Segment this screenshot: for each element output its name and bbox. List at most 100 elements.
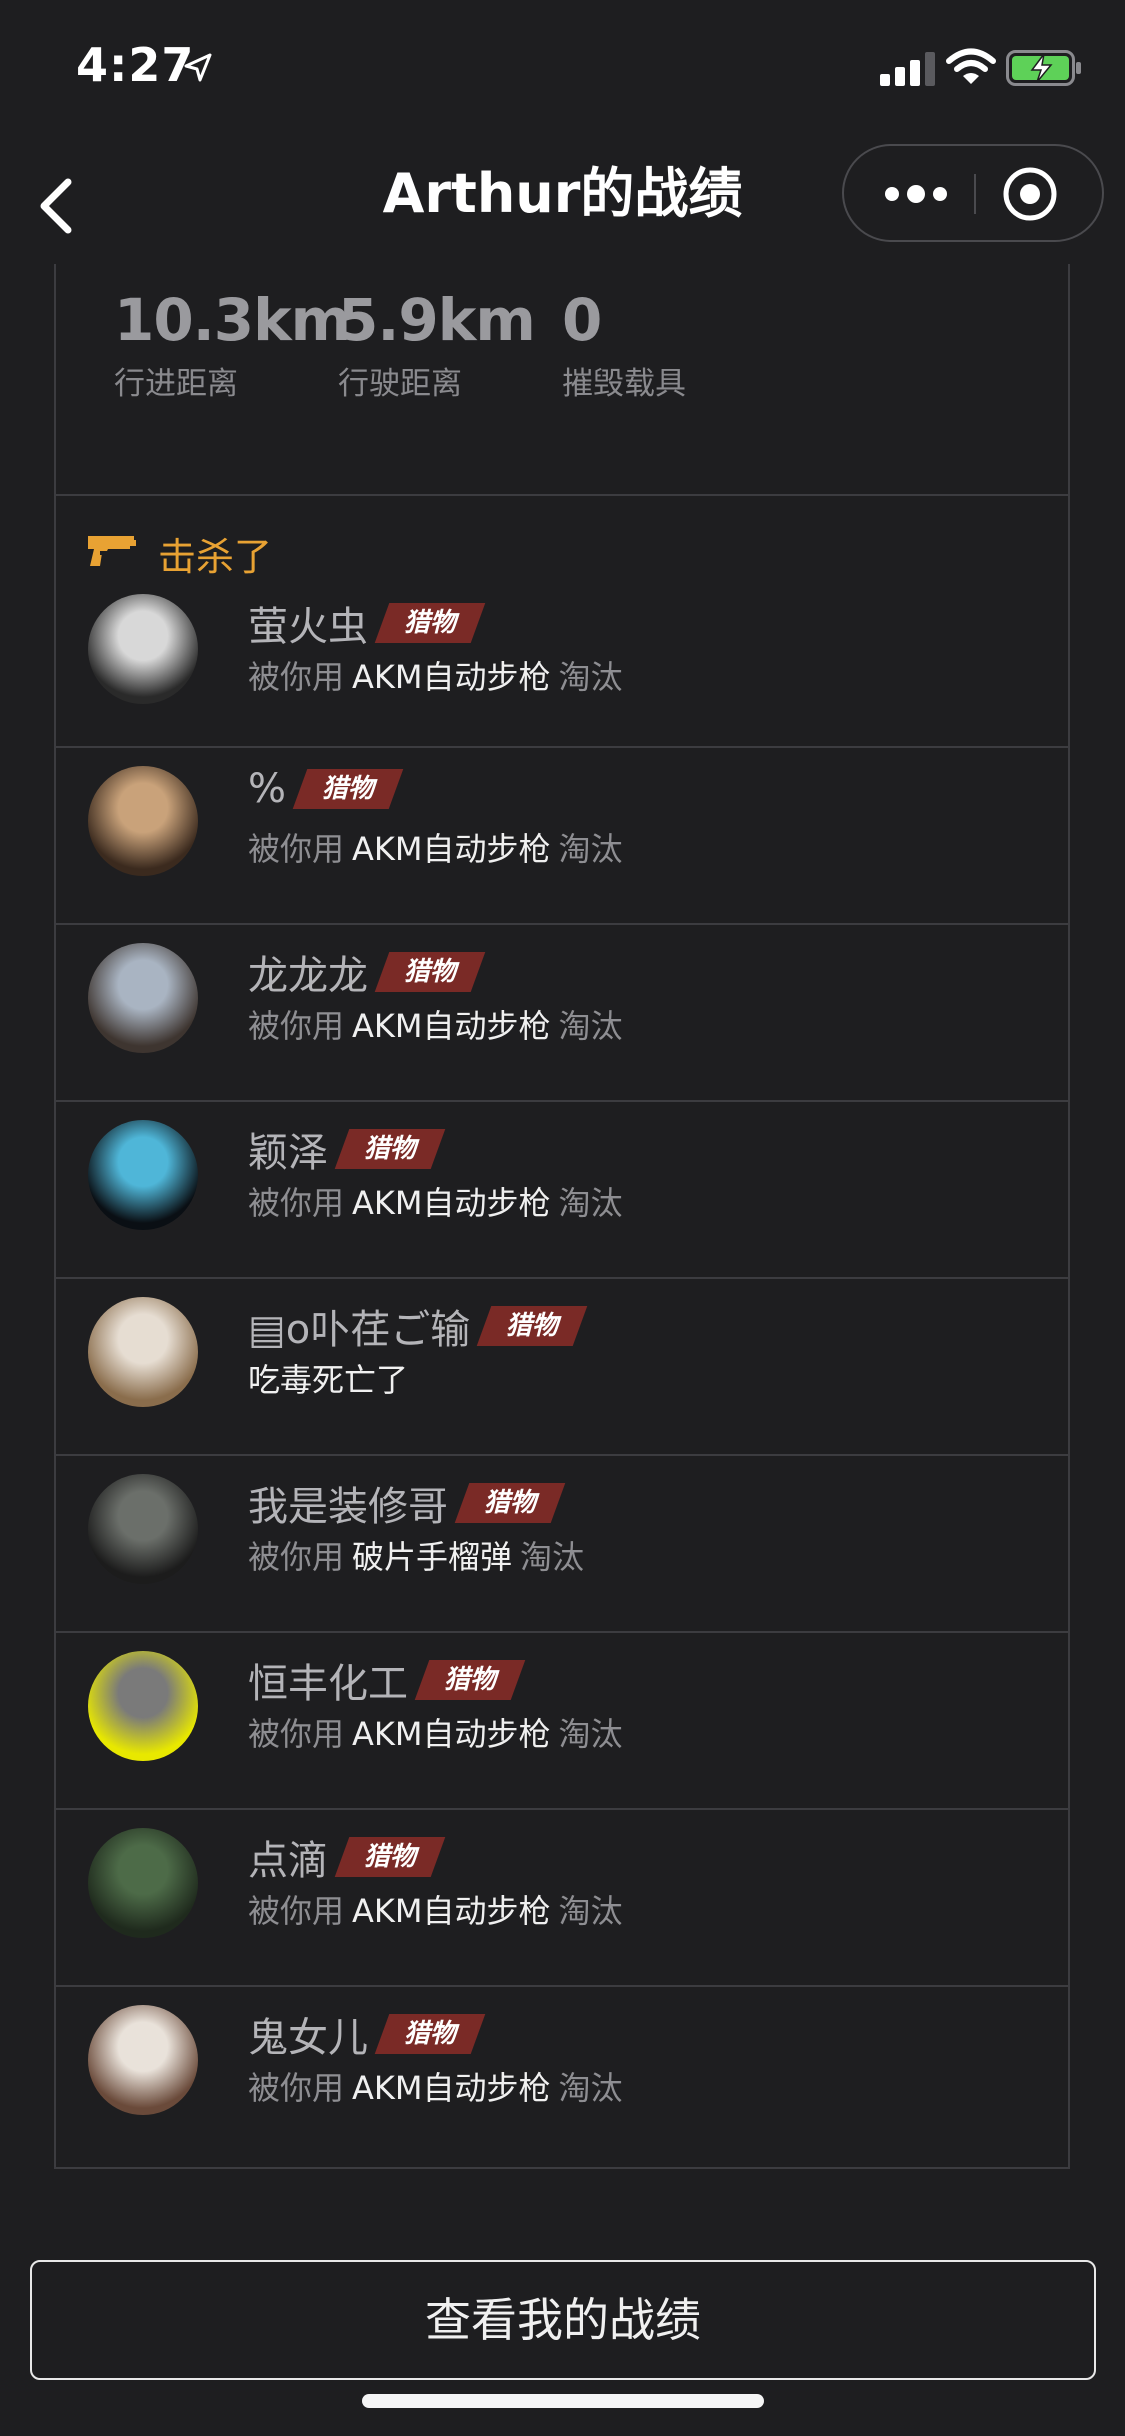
kill-suffix: 淘汰 (558, 1892, 623, 1930)
player-name: 颖泽 (248, 1130, 328, 1176)
prey-badge: 猎物 (292, 769, 404, 809)
back-button[interactable] (28, 168, 88, 244)
prey-badge-label: 猎物 (364, 1842, 417, 1872)
weapon-name: AKM自动步枪 (352, 1007, 551, 1045)
kill-prefix: 被你用 (248, 1715, 345, 1753)
prey-badge: 猎物 (414, 1660, 526, 1700)
status-time: 4:27 (76, 38, 195, 92)
kill-prefix: 被你用 (248, 1007, 345, 1045)
weapon-name: AKM自动步枪 (352, 830, 551, 868)
stat-value: 0 (562, 286, 602, 354)
kill-prefix: 被你用 (248, 2069, 345, 2107)
weapon-name: 破片手榴弹 (352, 1538, 513, 1576)
player-name-line: 恒丰化工 猎物 (248, 1651, 526, 1707)
kill-suffix: 淘汰 (558, 1184, 623, 1222)
kill-list-item[interactable]: 点滴 猎物 被你用 AKM自动步枪 淘汰 (56, 1810, 1068, 1987)
kill-description: 被你用 AKM自动步枪 淘汰 (248, 1709, 623, 1755)
player-name-line: 龙龙龙 猎物 (248, 943, 486, 999)
weapon-name: AKM自动步枪 (352, 658, 551, 696)
player-name: 龙龙龙 (248, 953, 368, 999)
kill-list-item[interactable]: 颖泽 猎物 被你用 AKM自动步枪 淘汰 (56, 1102, 1068, 1279)
kill-list-item[interactable]: 恒丰化工 猎物 被你用 AKM自动步枪 淘汰 (56, 1633, 1068, 1810)
prey-badge: 猎物 (374, 603, 486, 643)
player-avatar[interactable] (88, 766, 198, 876)
more-options-button[interactable] (864, 164, 964, 224)
kill-prefix: 被你用 (248, 1184, 345, 1222)
prey-badge-label: 猎物 (364, 1134, 417, 1164)
player-name-line: ▤o卟荏ご输 猎物 (248, 1297, 588, 1353)
kill-list-item[interactable]: 龙龙龙 猎物被你用 AKM自动步枪 淘汰 (56, 925, 1068, 1102)
player-name: ▤o卟荏ご输 (248, 1307, 471, 1353)
prey-badge-label: 猎物 (404, 2019, 457, 2049)
kill-description: 被你用 AKM自动步枪 淘汰 (248, 1886, 623, 1932)
stat-value: 10.3km (114, 286, 351, 354)
location-arrow-icon (184, 53, 212, 82)
player-avatar[interactable] (88, 1474, 198, 1584)
prey-badge: 猎物 (374, 952, 486, 992)
kill-list-item[interactable]: ▤o卟荏ご输 猎物吃毒死亡了 (56, 1279, 1068, 1456)
prey-badge-label: 猎物 (404, 957, 457, 987)
player-avatar[interactable] (88, 2005, 198, 2115)
kill-description: 被你用 破片手榴弹 淘汰 (248, 1532, 584, 1578)
kill-suffix: 淘汰 (558, 830, 623, 868)
capsule-divider (974, 174, 976, 214)
kill-description: 被你用 AKM自动步枪 淘汰 (248, 824, 623, 870)
kill-list-item[interactable]: 萤火虫 猎物 被你用 AKM自动步枪 淘汰 (56, 594, 1068, 748)
stats-row: 10.3km 行进距离 5.9km 行驶距离 0 摧毁载具 (56, 264, 1068, 496)
pistol-icon (88, 536, 136, 566)
player-name: 萤火虫 (248, 604, 368, 650)
stat-vehicles-destroyed: 0 摧毁载具 (562, 286, 686, 403)
weapon-name: AKM自动步枪 (352, 1715, 551, 1753)
kill-description: 被你用 AKM自动步枪 淘汰 (248, 2063, 623, 2109)
player-avatar[interactable] (88, 1828, 198, 1938)
kill-suffix: 淘汰 (558, 1007, 623, 1045)
player-name-line: 鬼女儿 猎物 (248, 2005, 486, 2061)
kill-description: 吃毒死亡了 (248, 1355, 408, 1401)
stat-label: 摧毁载具 (562, 366, 686, 402)
prey-badge-label: 猎物 (506, 1311, 559, 1341)
view-my-record-button[interactable]: 查看我的战绩 (30, 2260, 1096, 2380)
kill-description: 被你用 AKM自动步枪 淘汰 (248, 1178, 623, 1224)
kill-list-item[interactable]: 我是装修哥 猎物 被你用 破片手榴弹 淘汰 (56, 1456, 1068, 1633)
player-name-line: 萤火虫 猎物 (248, 594, 486, 650)
weapon-name: AKM自动步枪 (352, 1892, 551, 1930)
stat-value: 5.9km (338, 286, 536, 354)
prey-badge: 猎物 (334, 1837, 446, 1877)
prey-badge-label: 猎物 (444, 1665, 497, 1695)
weapon-name: AKM自动步枪 (352, 1184, 551, 1222)
prey-badge-label: 猎物 (484, 1488, 537, 1518)
wifi-icon (946, 48, 996, 84)
prey-badge: 猎物 (334, 1129, 446, 1169)
close-mini-program-button[interactable] (992, 160, 1092, 228)
prey-badge: 猎物 (374, 2014, 486, 2054)
mini-program-capsule (842, 144, 1104, 242)
player-name: % (248, 766, 287, 812)
stat-label: 行进距离 (114, 366, 238, 402)
player-avatar[interactable] (88, 1651, 198, 1761)
home-indicator (362, 2394, 764, 2408)
stat-walk-distance: 10.3km 行进距离 (114, 286, 351, 403)
kill-description: 被你用 AKM自动步枪 淘汰 (248, 1001, 623, 1047)
death-reason: 吃毒死亡了 (248, 1361, 409, 1399)
stat-drive-distance: 5.9km 行驶距离 (338, 286, 536, 403)
prey-badge: 猎物 (454, 1483, 566, 1523)
battle-record-card: 10.3km 行进距离 5.9km 行驶距离 0 摧毁载具 击杀了 萤火虫 猎物被… (54, 264, 1070, 2169)
kill-list-item[interactable]: 鬼女儿 猎物被你用 AKM自动步枪 淘汰 (56, 1987, 1068, 2164)
status-bar: 4:27 (0, 0, 1125, 140)
player-avatar[interactable] (88, 943, 198, 1053)
kill-list-item[interactable]: % 猎物被你用 AKM自动步枪 淘汰 (56, 748, 1068, 925)
kill-suffix: 淘汰 (520, 1538, 585, 1576)
kill-prefix: 被你用 (248, 830, 345, 868)
player-name-line: 点滴 猎物 (248, 1828, 446, 1884)
player-avatar[interactable] (88, 594, 198, 704)
player-avatar[interactable] (88, 1120, 198, 1230)
cellular-signal-icon (880, 52, 935, 86)
kill-prefix: 被你用 (248, 1892, 345, 1930)
navigation-bar: Arthur的战绩 (0, 140, 1125, 270)
prey-badge-label: 猎物 (404, 608, 457, 638)
player-name: 鬼女儿 (248, 2015, 368, 2061)
kill-prefix: 被你用 (248, 1538, 345, 1576)
player-avatar[interactable] (88, 1297, 198, 1407)
player-name-line: 颖泽 猎物 (248, 1120, 446, 1176)
prey-badge: 猎物 (476, 1306, 588, 1346)
